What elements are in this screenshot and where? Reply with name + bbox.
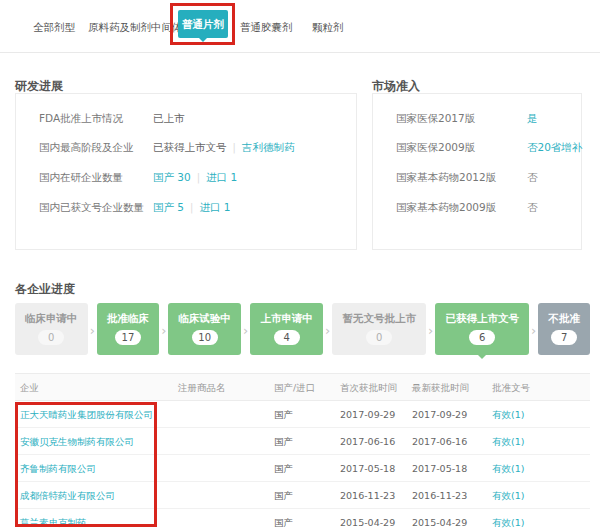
row-value-essential-drugs-2009: 否 (527, 201, 538, 215)
row-label-medicare-2017: 国家医保2017版 (396, 112, 475, 126)
tab-api-intermediates[interactable]: 原料药及制剂中间体 (88, 21, 183, 35)
market-access-panel: 国家医保2017版 是 国家医保2009版 否20省增补 国家基本药物2012版… (372, 93, 582, 250)
row-value-medicare-2009[interactable]: 否20省增补 (527, 141, 582, 155)
stage-count: 4 (274, 330, 300, 345)
stage-licensed-selected[interactable]: 已获得上市文号 6 (435, 303, 529, 355)
company-progress-title: 各企业进度 (15, 281, 75, 298)
stage-no-license-approved[interactable]: 暂无文号批上市 0 (332, 303, 426, 355)
stage-not-approved[interactable]: 不批准 7 (538, 303, 590, 355)
license-link[interactable]: 有效(1) (492, 509, 524, 529)
license-link[interactable]: 有效(1) (492, 401, 524, 428)
rnd-progress-panel: FDA批准上市情况 已上市 国内最高阶段及企业 已获得上市文号|吉利德制药 国内… (15, 93, 357, 250)
license-link[interactable]: 有效(1) (492, 455, 524, 482)
arrow-icon: › (90, 323, 95, 338)
row-value-fda-status: 已上市 (153, 112, 185, 126)
row-label-domestic-licensed-companies: 国内已获文号企业数量 (39, 201, 144, 215)
row-label-domestic-highest-stage: 国内最高阶段及企业 (39, 141, 134, 155)
license-link[interactable]: 有效(1) (492, 428, 524, 455)
col-company: 企业 (20, 374, 39, 401)
stage-listing-application[interactable]: 上市申请中 4 (250, 303, 323, 355)
tab-all-dosage-forms[interactable]: 全部剂型 (33, 21, 75, 35)
link-domestic-5[interactable]: 国产 5 (153, 201, 184, 213)
arrow-icon: › (531, 323, 536, 338)
col-first-approval: 首次获批时间 (340, 374, 397, 401)
dosage-form-tabbar: 全部剂型 原料药及制剂中间体 普通片剂 普通胶囊剂 颗粒剂 (0, 0, 600, 53)
row-label-medicare-2009: 国家医保2009版 (396, 141, 475, 155)
annotation-box-company-column (15, 402, 157, 527)
link-import-1b[interactable]: 进口 1 (199, 201, 230, 213)
col-brand-name: 注册商品名 (178, 374, 226, 401)
row-value-medicare-2017[interactable]: 是 (527, 112, 538, 126)
row-label-fda-status: FDA批准上市情况 (39, 112, 123, 126)
stage-count: 7 (551, 330, 577, 345)
row-label-domestic-rnd-companies: 国内在研企业数量 (39, 171, 123, 185)
license-link[interactable]: 有效(1) (492, 482, 524, 509)
row-value-essential-drugs-2012: 否 (527, 171, 538, 185)
stage-count: 17 (115, 330, 141, 345)
stage-count: 0 (38, 330, 64, 345)
link-gilead[interactable]: 吉利德制药 (242, 141, 295, 153)
row-label-essential-drugs-2012: 国家基本药物2012版 (396, 171, 496, 185)
col-latest-approval: 最新获批时间 (412, 374, 469, 401)
annotation-box-active-tab (170, 3, 235, 45)
stage-clinical-approved[interactable]: 批准临床 17 (97, 303, 159, 355)
stage-count: 0 (366, 330, 392, 345)
stage-flow: 临床申请中 0 › 批准临床 17 › 临床试验中 10 › 上市申请中 4 ›… (15, 303, 590, 365)
arrow-icon: › (325, 323, 330, 338)
arrow-icon: › (161, 323, 166, 338)
tab-granule[interactable]: 颗粒剂 (312, 21, 344, 35)
row-label-essential-drugs-2009: 国家基本药物2009版 (396, 201, 496, 215)
link-import-1[interactable]: 进口 1 (206, 171, 237, 183)
stage-clinical-trial[interactable]: 临床试验中 10 (168, 303, 241, 355)
stage-count: 6 (469, 330, 495, 345)
table-header-row: 企业 注册商品名 国产/进口 首次获批时间 最新获批时间 批准文号 (15, 374, 590, 401)
arrow-icon: › (243, 323, 248, 338)
arrow-icon: › (428, 323, 433, 338)
stage-count: 10 (192, 330, 218, 345)
tab-plain-capsule[interactable]: 普通胶囊剂 (240, 21, 293, 35)
row-value-highest-stage: 已获得上市文号 (153, 141, 227, 153)
link-domestic-30[interactable]: 国产 30 (153, 171, 191, 183)
stage-clinical-application[interactable]: 临床申请中 0 (15, 303, 88, 355)
col-license-no: 批准文号 (492, 374, 530, 401)
col-origin: 国产/进口 (274, 374, 315, 401)
